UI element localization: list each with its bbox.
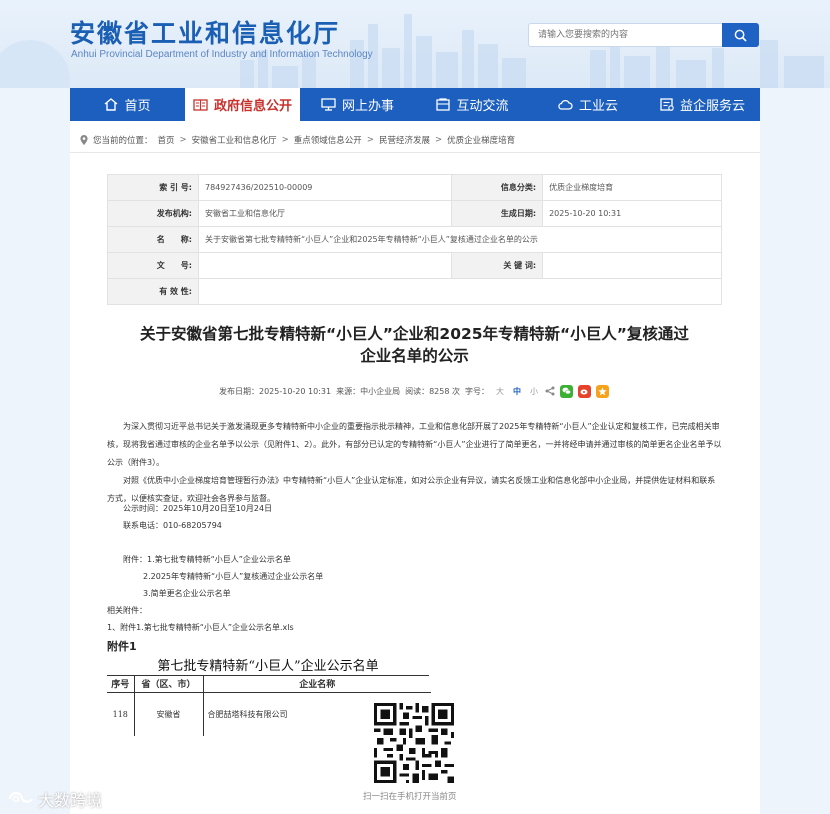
watermark-logo-icon: [8, 791, 33, 803]
qr-code-icon: [374, 703, 454, 783]
attachment-list-item: 2.2025年专精特新“小巨人”复核通过企业公示名单: [143, 572, 324, 581]
table-header-row: 序号 省（区、市） 企业名称: [107, 676, 431, 693]
monitor-icon: [321, 98, 336, 111]
nav-label: 互动交流: [456, 99, 509, 114]
publish-info: 发布日期：2025-10-20 10:31 来源：中小企业局 阅读：8258 次…: [219, 383, 609, 399]
nav-item-interaction[interactable]: 互动交流: [415, 88, 530, 121]
breadcrumb-separator: >: [179, 135, 187, 145]
site-header: 安徽省工业和信息化厅 Anhui Provincial Department o…: [0, 0, 830, 88]
meta-keyword-value: [542, 252, 722, 279]
publish-date: 发布日期：2025-10-20 10:31: [219, 386, 332, 396]
article-views: 阅读：8258 次: [405, 386, 460, 396]
share-icon: [545, 386, 555, 396]
attachment-list-title: 第七批专精特新“小巨人”企业公示名单: [107, 655, 429, 676]
breadcrumb-separator: >: [366, 135, 374, 145]
nav-item-industry-cloud[interactable]: 工业云: [530, 88, 645, 121]
column-header: 企业名称: [203, 676, 431, 693]
cloud-icon: [558, 99, 573, 110]
meta-org-value: 安徽省工业和信息化厅: [197, 200, 453, 227]
wechat-share-icon[interactable]: [560, 384, 573, 398]
document-icon: [193, 98, 208, 111]
meta-label: 信息分类:: [451, 174, 544, 201]
meta-label: 名 称:: [107, 226, 199, 253]
meta-name-value: 关于安徽省第七批专精特新“小巨人”企业和2025年专精特新“小巨人”复核通过企业…: [198, 226, 722, 253]
meta-label: 发布机构:: [107, 200, 199, 227]
article-title-line: 关于安徽省第七批专精特新“小巨人”企业和2025年专精特新“小巨人”复核通过: [140, 325, 689, 343]
notice-period: 公示时间：2025年10月20日至10月24日: [123, 504, 273, 513]
meta-label: 索 引 号:: [107, 174, 199, 201]
meta-validity-value: [198, 278, 722, 305]
site-logo-title[interactable]: 安徽省工业和信息化厅: [70, 14, 340, 50]
search-box: [528, 23, 759, 47]
service-icon: [660, 98, 674, 111]
font-size-label: 字号：: [465, 386, 489, 396]
site-logo-subtitle: Anhui Provincial Department of Industry …: [71, 49, 373, 60]
breadcrumb-separator: >: [434, 135, 443, 145]
search-button[interactable]: [722, 23, 759, 47]
meta-index-value: 784927436/202510-00009: [197, 174, 453, 201]
breadcrumb: 您当前的位置： 首页 > 安徽省工业和信息化厅 > 重点领域信息公开 > 民营经济发展…: [80, 134, 515, 146]
attachment-heading: 附件1: [107, 640, 137, 653]
breadcrumb-link[interactable]: 首页: [158, 134, 175, 146]
breadcrumb-divider: [70, 152, 760, 153]
contact-phone: 联系电话：010-68205794: [123, 521, 222, 530]
nav-item-gov-info[interactable]: 政府信息公开: [185, 88, 300, 121]
article-paragraph: 为深入贯彻习近平总书记关于激发涌现更多专精特新中小企业的重要指示批示精神，工业和…: [107, 422, 722, 467]
qzone-share-icon[interactable]: [596, 384, 609, 398]
meta-docno-value: [197, 252, 453, 279]
article-title: 关于安徽省第七批专精特新“小巨人”企业和2025年专精特新“小巨人”复核通过 企…: [107, 323, 722, 367]
nav-label: 益企服务云: [679, 99, 745, 114]
cell-no: 118: [107, 692, 135, 736]
search-icon: [734, 29, 747, 42]
attachment-list-item: 3.简单更名企业公示名单: [143, 589, 231, 598]
attachment-list-item: 附件：1.第七批专精特新“小巨人”企业公示名单: [123, 555, 291, 564]
nav-label: 首页: [124, 99, 151, 114]
meta-date-value: 2025-10-20 10:31: [542, 200, 722, 227]
column-header: 序号: [107, 676, 135, 693]
meta-label: 有 效 性:: [107, 278, 199, 305]
font-size-medium[interactable]: 中: [511, 386, 523, 397]
meta-label: 关 键 词:: [451, 252, 544, 279]
cell-province: 安徽省: [134, 692, 204, 736]
breadcrumb-link[interactable]: 安徽省工业和信息化厅: [192, 134, 277, 146]
nav-item-enterprise-cloud[interactable]: 益企服务云: [645, 88, 760, 121]
watermark-text: 大数跨境: [38, 791, 103, 810]
meta-label: 文 号:: [107, 252, 199, 279]
column-header: 省（区、市）: [134, 676, 204, 693]
breadcrumb-link[interactable]: 优质企业梯度培育: [447, 134, 515, 146]
related-attachments-label: 相关附件：: [107, 606, 147, 615]
home-icon: [105, 98, 118, 111]
related-attachment-link[interactable]: 1、附件1.第七批专精特新“小巨人”企业公示名单.xls: [107, 622, 294, 633]
nav-item-home[interactable]: 首页: [70, 88, 185, 121]
nav-item-online-service[interactable]: 网上办事: [300, 88, 415, 121]
font-size-large[interactable]: 大: [494, 386, 506, 397]
article-title-line: 企业名单的公示: [360, 347, 469, 365]
weibo-share-icon[interactable]: [578, 384, 591, 398]
main-nav: 首页 政府信息公开 网上办事 互动交流 工业云 益企服务云: [70, 88, 760, 121]
font-size-small[interactable]: 小: [528, 386, 540, 397]
watermark: 大数跨境: [8, 787, 102, 811]
article-source: 来源：中小企业局: [336, 386, 401, 396]
nav-label: 工业云: [578, 99, 618, 114]
search-input[interactable]: [529, 24, 724, 46]
nav-label: 网上办事: [341, 99, 394, 114]
qr-caption: 扫一扫在手机打开当前页: [363, 792, 457, 802]
message-icon: [436, 98, 451, 111]
document-meta-table: 索 引 号: 784927436/202510-00009 信息分类: 优质企业…: [107, 174, 722, 305]
breadcrumb-link[interactable]: 民营经济发展: [379, 134, 430, 146]
meta-label: 生成日期:: [451, 200, 544, 227]
meta-category-value: 优质企业梯度培育: [542, 174, 722, 201]
article-body: 为深入贯彻习近平总书记关于激发涌现更多专精特新中小企业的重要指示批示精神，工业和…: [107, 418, 722, 508]
breadcrumb-separator: >: [281, 135, 289, 145]
breadcrumb-link[interactable]: 重点领域信息公开: [294, 134, 362, 146]
nav-label: 政府信息公开: [213, 99, 292, 114]
location-pin-icon: [80, 135, 88, 145]
breadcrumb-prefix: 您当前的位置：: [93, 136, 153, 146]
